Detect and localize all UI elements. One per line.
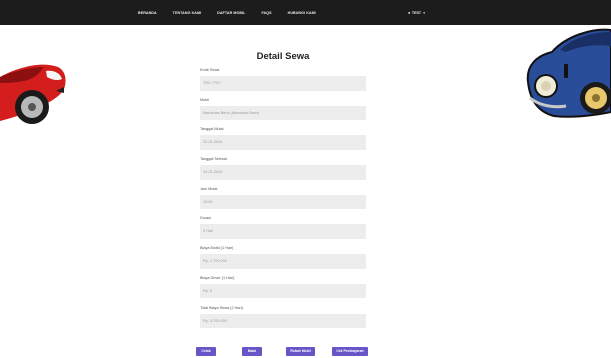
- field-label: Kode Sewa: [200, 68, 220, 72]
- cetak-button[interactable]: Cetak: [196, 347, 216, 356]
- kode-sewa-input[interactable]: TRX-7707: [200, 76, 366, 91]
- field-label: Biaya Mobil (1 Hari): [200, 246, 234, 251]
- field-label: Tanggal Mulai: [200, 127, 224, 132]
- field-label: Biaya Driver (1 Hari): [200, 275, 235, 280]
- rubah-mobil-button[interactable]: Rubah Mobil: [286, 347, 315, 356]
- field-label: Total Biaya Sewa (2 Hari): [200, 305, 243, 310]
- field-tanggal-mulai: Tanggal Mulai 22-01-2024: [200, 127, 366, 157]
- rental-detail-form: Kode Sewa TRX-7707 Mobil Mercedes Benz (…: [200, 68, 366, 335]
- nav-link-tentang-kami[interactable]: TENTANG KAMI: [173, 11, 201, 15]
- cek-pembayaran-button[interactable]: Cek Pembayaran: [332, 347, 368, 356]
- biaya-mobil-input[interactable]: Rp. 1.700.000: [200, 254, 366, 269]
- tanggal-mulai-input[interactable]: 22-01-2024: [200, 135, 366, 150]
- durasi-input[interactable]: 2 Hari: [200, 224, 366, 239]
- nav-links: BERANDA TENTANG KAMI DAFTAR MOBIL FAQS H…: [138, 0, 332, 25]
- chevron-down-icon: ▼: [422, 10, 426, 15]
- field-label: Mobil: [200, 97, 210, 102]
- total-biaya-input[interactable]: Rp. 3.700.000: [200, 313, 366, 328]
- field-biaya-mobil: Biaya Mobil (1 Hari) Rp. 1.700.000: [200, 246, 366, 276]
- user-menu-label: TEST: [411, 10, 422, 15]
- nav-link-faqs[interactable]: FAQS: [261, 11, 271, 15]
- nav-link-hubungi-kami[interactable]: HUBUNGI KAMI: [288, 11, 316, 15]
- field-total-biaya: Total Biaya Sewa (2 Hari) Rp. 3.700.000: [200, 306, 366, 336]
- field-label: Durasi: [200, 216, 211, 221]
- page-title: Detail Sewa: [256, 51, 310, 62]
- mobil-input[interactable]: Mercedes Benz (Mercedes Benz): [200, 105, 366, 121]
- field-jam-mulai: Jam Mulai 10:00: [200, 187, 366, 217]
- nav-link-daftar-mobil[interactable]: DAFTAR MOBIL: [217, 11, 245, 15]
- field-tanggal-selesai: Tanggal Selesai 24-01-2024: [200, 157, 366, 187]
- nav-link-beranda[interactable]: BERANDA: [138, 11, 157, 15]
- blue-car-illustration: [526, 28, 611, 118]
- field-label: Jam Mulai: [200, 186, 218, 191]
- field-label: Tanggal Selesai: [200, 157, 227, 162]
- batal-button[interactable]: Batal: [242, 347, 262, 356]
- jam-mulai-input[interactable]: 10:00: [200, 194, 366, 210]
- biaya-driver-input[interactable]: Rp. 0: [200, 283, 366, 299]
- field-durasi: Durasi 2 Hari: [200, 216, 366, 246]
- field-biaya-driver: Biaya Driver (1 Hari) Rp. 0: [200, 276, 366, 306]
- red-car-illustration: [0, 64, 66, 124]
- tanggal-selesai-input[interactable]: 24-01-2024: [200, 165, 366, 180]
- field-kode-sewa: Kode Sewa TRX-7707: [200, 68, 366, 98]
- user-icon: ●: [408, 10, 411, 15]
- user-menu[interactable]: ● TEST ▼: [408, 0, 426, 25]
- field-mobil: Mobil Mercedes Benz (Mercedes Benz): [200, 98, 366, 128]
- action-buttons: Cetak Batal Rubah Mobil Cek Pembayaran: [0, 347, 611, 356]
